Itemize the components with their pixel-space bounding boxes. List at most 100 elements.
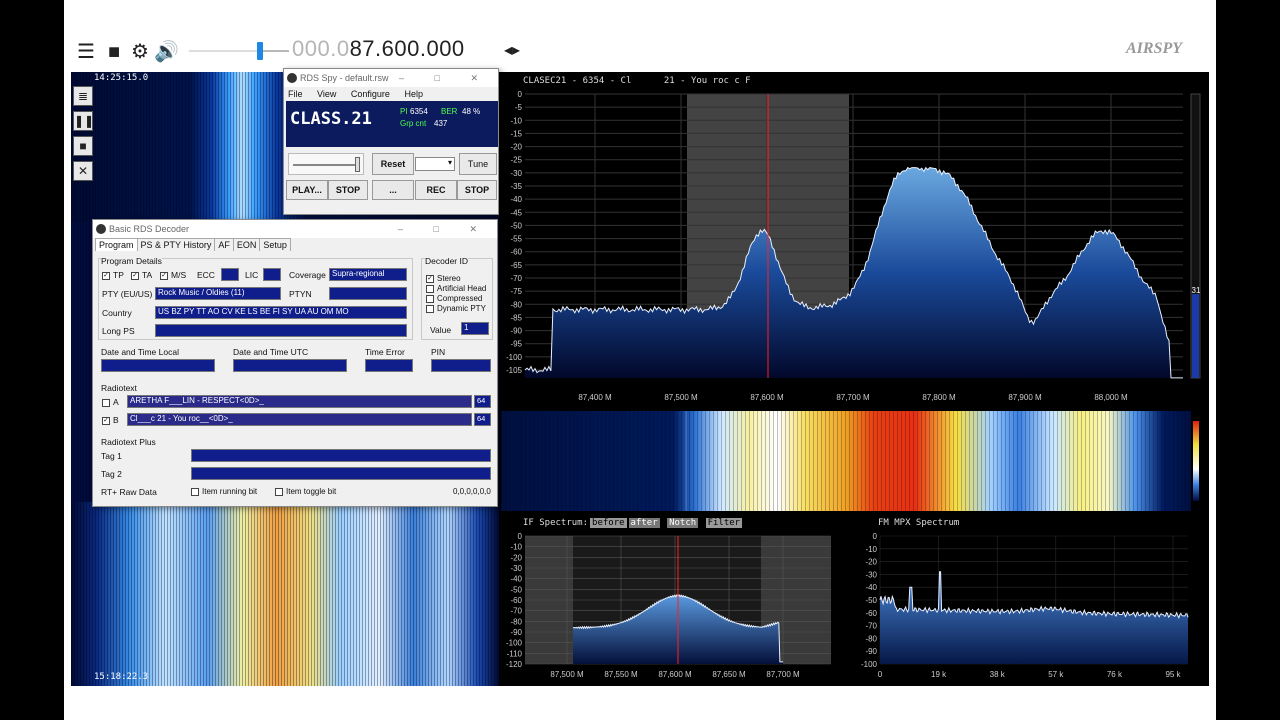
tuning-slider[interactable] xyxy=(288,153,364,175)
y-tick-label: -60 xyxy=(510,248,522,257)
rds-spy-titlebar[interactable]: RDS Spy - default.rsw – □ ✕ xyxy=(284,69,498,87)
notes-icon[interactable]: ≣ xyxy=(73,86,93,106)
y-tick-label: -80 xyxy=(510,617,522,626)
y-tick-label: -75 xyxy=(510,287,522,296)
rec-button[interactable]: REC xyxy=(415,180,457,200)
item-toggle-checkbox[interactable]: Item toggle bit xyxy=(275,487,336,496)
y-tick-label: -70 xyxy=(510,607,522,616)
ms-label: M/S xyxy=(171,270,187,280)
main-spectrum-panel[interactable]: 0 -5 -10 -15 -20 -25 -30 -35 -40 -45 -50 -55 -60 -65 -… xyxy=(501,72,1209,408)
grp-label: Grp cnt xyxy=(400,119,427,128)
menu-icon[interactable]: ☰ xyxy=(74,40,98,64)
speaker-icon[interactable]: 🔊 xyxy=(154,40,179,64)
browse-button[interactable]: ... xyxy=(372,180,414,200)
y-tick-label: -70 xyxy=(510,274,522,283)
item-running-checkbox[interactable]: Item running bit xyxy=(191,487,257,496)
tab-af[interactable]: AF xyxy=(214,238,234,251)
pty-label: PTY (EU/US) xyxy=(102,289,153,299)
ms-checkbox[interactable]: ✓ M/S xyxy=(160,270,186,280)
tab-ps-pty-history[interactable]: PS & PTY History xyxy=(136,238,216,251)
pin-field xyxy=(431,359,491,372)
radiotext-a-checkbox[interactable]: A xyxy=(102,397,119,407)
stop-icon[interactable]: ■ xyxy=(73,136,93,156)
date-time-utc-field xyxy=(233,359,347,372)
gear-icon[interactable]: ⚙ xyxy=(128,40,152,64)
radiotext-label: Radiotext xyxy=(101,383,137,393)
tab-eon[interactable]: EON xyxy=(232,238,261,251)
play-button[interactable]: PLAY... xyxy=(286,180,328,200)
stop-playback-button[interactable]: STOP xyxy=(328,180,368,200)
rds-app-icon xyxy=(96,224,106,234)
reset-button[interactable]: Reset xyxy=(372,153,414,175)
tab-setup[interactable]: Setup xyxy=(259,238,291,251)
tag2-field xyxy=(191,467,491,480)
y-tick-label: -30 xyxy=(865,570,877,579)
dynamic-pty-checkbox[interactable]: Dynamic PTY xyxy=(426,304,486,313)
value-label: Value xyxy=(430,325,452,335)
tab-program[interactable]: Program xyxy=(95,238,138,251)
compressed-label: Compressed xyxy=(437,294,483,303)
if-spectrum-panel[interactable]: 0 -10 -20 -30 -40 -50 -60 -70 -80 -90 -100 -110 -120… xyxy=(501,514,853,686)
rds-app-icon xyxy=(287,73,297,83)
mpx-spectrum-panel[interactable]: 0 -10 -20 -30 -40 -50 -60 -70 -80 -90 -100 0 19 k 38 … xyxy=(856,514,1209,686)
x-tick-label: 57 k xyxy=(1048,670,1064,679)
artificial-head-checkbox[interactable]: Artificial Head xyxy=(426,284,486,293)
y-tick-label: -60 xyxy=(510,596,522,605)
menu-view[interactable]: View xyxy=(317,89,336,99)
radiotext-b-length: 64 xyxy=(474,413,491,426)
y-tick-label: -30 xyxy=(510,564,522,573)
y-tick-label: -120 xyxy=(506,660,523,669)
window-controls[interactable]: – □ ✕ xyxy=(399,69,492,87)
decoder-id-label: Decoder ID xyxy=(425,256,468,266)
y-tick-label: -110 xyxy=(507,649,523,658)
stop-rec-button[interactable]: STOP xyxy=(457,180,497,200)
waterfall-time-bottom: 15:18:22.3 xyxy=(94,672,149,682)
time-error-field xyxy=(365,359,413,372)
item-toggle-label: Item toggle bit xyxy=(286,487,337,496)
ta-checkbox[interactable]: ✓ TA xyxy=(131,270,152,280)
y-tick-label: -50 xyxy=(510,585,522,594)
frequency-display[interactable]: 000.087.600.000 xyxy=(292,36,465,62)
tune-button[interactable]: Tune xyxy=(459,153,497,175)
tune-dropdown[interactable]: ▾ xyxy=(415,157,455,171)
after-toggle[interactable]: after xyxy=(628,518,660,528)
tp-checkbox[interactable]: ✓ TP xyxy=(102,270,124,280)
y-tick-label: -25 xyxy=(510,156,522,165)
main-spectrum-chart[interactable]: 0 -5 -10 -15 -20 -25 -30 -35 -40 -45 -50 -55 -60 -65 -… xyxy=(501,72,1209,408)
filter-toggle[interactable]: Filter xyxy=(705,518,743,528)
ber-label: BER xyxy=(441,107,458,116)
menu-file[interactable]: File xyxy=(288,89,303,99)
pause-icon[interactable]: ❚❚ xyxy=(73,111,94,131)
radiotext-b-field: Cl___c 21 - You roc__<0D>_ xyxy=(127,413,472,426)
rds-decoder-titlebar[interactable]: Basic RDS Decoder – □ ✕ xyxy=(93,220,497,238)
tag2-label: Tag 2 xyxy=(101,469,122,479)
y-tick-label: -90 xyxy=(510,628,522,637)
center-waterfall[interactable] xyxy=(501,411,1209,511)
tag1-field xyxy=(191,449,491,462)
frequency-step-arrows[interactable]: ◂▸ xyxy=(504,40,520,60)
before-toggle[interactable]: before xyxy=(590,518,627,528)
stereo-checkbox[interactable]: ✓ Stereo xyxy=(426,274,461,283)
tools-icon[interactable]: ✕ xyxy=(73,161,93,181)
mpx-spectrum-chart[interactable]: 0-10-20-30-40-50-60-70-80-90-1000 19 k 38 … xyxy=(856,514,1209,686)
y-tick-label: -85 xyxy=(510,313,522,322)
if-spectrum-chart[interactable]: 0 -10-20 -30 -40-50 -60 -70-80 -90 -100-110 -120… xyxy=(501,514,853,686)
menu-help[interactable]: Help xyxy=(404,89,423,99)
x-tick-label: 87,600 M xyxy=(658,670,692,679)
y-tick-label: -10 xyxy=(865,545,877,554)
stop-icon[interactable]: ■ xyxy=(102,40,126,64)
grp-value: 437 xyxy=(434,119,448,128)
window-controls[interactable]: – □ ✕ xyxy=(398,220,491,238)
radiotext-b-checkbox[interactable]: ✓ B xyxy=(102,415,119,425)
volume-slider[interactable] xyxy=(189,50,289,52)
y-tick-label: -50 xyxy=(510,221,522,230)
squelch-meter-label: 31 xyxy=(1192,286,1201,295)
rds-decoder-tabs: Program PS & PTY History AF EON Setup xyxy=(95,238,291,254)
artificial-head-label: Artificial Head xyxy=(437,284,487,293)
menu-configure[interactable]: Configure xyxy=(351,89,390,99)
volume-knob[interactable] xyxy=(257,42,263,60)
compressed-checkbox[interactable]: Compressed xyxy=(426,294,482,303)
y-tick-label: -10 xyxy=(510,116,522,125)
notch-toggle[interactable]: Notch xyxy=(667,518,699,528)
ptyn-label: PTYN xyxy=(289,289,312,299)
